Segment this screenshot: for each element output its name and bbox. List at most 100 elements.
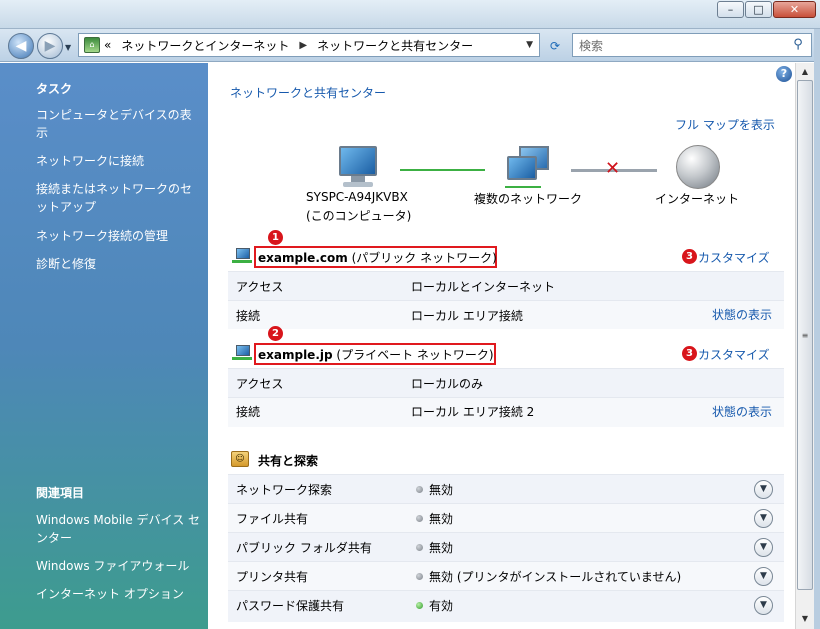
connection-line [400, 169, 485, 171]
access-value: ローカルとインターネット [411, 280, 556, 294]
expand-network-discovery-button[interactable]: ▼ [754, 480, 773, 499]
refresh-icon: ⟳ [549, 39, 561, 53]
expand-public-folder-button[interactable]: ▼ [754, 538, 773, 557]
window-border [814, 29, 820, 629]
status-off-icon [416, 515, 423, 522]
related-heading: 関連項目 [36, 486, 85, 500]
internet-label: インターネット [655, 192, 740, 206]
task-manage-connections[interactable]: ネットワーク接続の管理 [36, 227, 202, 245]
title-bar: – □ ✕ [0, 0, 820, 29]
address-dropdown-icon[interactable]: ▼ [526, 40, 533, 50]
access-row-2 [228, 368, 784, 397]
chevron-down-icon: ▼ [65, 43, 72, 52]
access-label: アクセス [236, 377, 284, 391]
back-arrow-icon: ◀ [15, 38, 27, 54]
sharing-value: 有効 [429, 599, 454, 613]
search-placeholder: 検索 [579, 38, 604, 53]
breadcrumb-sharing-center[interactable]: ネットワークと共有センター [317, 37, 473, 54]
window-controls: – □ ✕ [716, 1, 816, 18]
network-folder-icon: ⌂ [84, 37, 100, 53]
network-icon [232, 248, 252, 266]
status-off-icon [416, 486, 423, 493]
computer-icon[interactable] [335, 146, 381, 190]
sharing-value: 無効 (プリンタがインストールされていません) [429, 570, 682, 584]
recent-pages-dropdown[interactable]: ▼ [65, 43, 71, 52]
customize-link-2[interactable]: カスタマイズ [698, 346, 770, 363]
back-button[interactable]: ◀ [8, 33, 34, 59]
expand-file-sharing-button[interactable]: ▼ [754, 509, 773, 528]
expand-password-sharing-button[interactable]: ▼ [754, 596, 773, 615]
customize-link-1[interactable]: カスタマイズ [698, 249, 770, 266]
callout-badge-3: 3 [682, 346, 697, 361]
connection-value: ローカル エリア接続 [411, 309, 523, 323]
status-off-icon [416, 544, 423, 551]
access-value: ローカルのみ [411, 377, 484, 391]
network-name-text: example.jp [258, 348, 333, 362]
breadcrumb-overflow[interactable]: « [104, 38, 111, 52]
search-icon[interactable]: ⚲ [789, 36, 807, 54]
sharing-label: パスワード保護共有 [236, 599, 345, 613]
network-name-1[interactable]: example.com (パブリック ネットワーク) [258, 249, 497, 266]
forward-button[interactable]: ▶ [37, 33, 63, 59]
callout-badge-1: 1 [268, 230, 283, 245]
full-map-link[interactable]: フル マップを表示 [675, 116, 775, 133]
network-name-2[interactable]: example.jp (プライベート ネットワーク) [258, 346, 494, 363]
status-link-2[interactable]: 状態の表示 [712, 403, 772, 420]
sharing-label: ファイル共有 [236, 512, 309, 526]
monitor-front-shape [507, 156, 537, 180]
network-type: (パブリック ネットワーク) [351, 251, 497, 265]
related-internet-options[interactable]: インターネット オプション [36, 585, 202, 603]
page-title: ネットワークと共有センター [230, 86, 387, 100]
connection-label: 接続 [236, 309, 261, 323]
task-diagnose-repair[interactable]: 診断と修復 [36, 255, 202, 273]
related-mobile-device-center[interactable]: Windows Mobile デバイス センター [36, 511, 202, 547]
connection-label: 接続 [236, 405, 261, 419]
breadcrumb-separator-icon[interactable]: ▶ [299, 40, 307, 51]
task-connect-network[interactable]: ネットワークに接続 [36, 152, 202, 170]
scroll-down-icon[interactable]: ▼ [796, 610, 814, 627]
forward-arrow-icon: ▶ [44, 38, 56, 54]
sharing-label: パブリック フォルダ共有 [236, 541, 372, 555]
sharing-label: ネットワーク探索 [236, 483, 333, 497]
computer-sub: (このコンピュータ) [306, 209, 412, 223]
task-pane: タスク コンピュータとデバイスの表示 ネットワークに接続 接続またはネットワーク… [0, 63, 208, 629]
help-icon[interactable]: ? [776, 66, 792, 82]
minimize-button[interactable]: – [717, 1, 744, 18]
monitor-shape [339, 146, 377, 176]
task-view-computers[interactable]: コンピュータとデバイスの表示 [36, 106, 202, 142]
expand-printer-sharing-button[interactable]: ▼ [754, 567, 773, 586]
internet-globe-icon[interactable] [676, 145, 720, 189]
tasks-heading: タスク [36, 82, 73, 96]
network-name-text: example.com [258, 251, 348, 265]
sharing-label: プリンタ共有 [236, 570, 309, 584]
scrollbar-thumb[interactable]: ≡ [797, 80, 813, 590]
related-firewall[interactable]: Windows ファイアウォール [36, 557, 202, 575]
refresh-button[interactable]: ⟳ [543, 36, 567, 56]
network-type: (プライベート ネットワーク) [336, 348, 494, 362]
status-link-1[interactable]: 状態の表示 [712, 306, 772, 323]
navigation-bar: ◀ ▶ ▼ ⌂ « ネットワークとインターネット ▶ ネットワークと共有センター… [0, 29, 820, 62]
monitor-base-shape [343, 182, 373, 187]
breadcrumb-network-internet[interactable]: ネットワークとインターネット [121, 37, 289, 54]
callout-badge-2: 2 [268, 326, 283, 341]
address-bar[interactable]: ⌂ « ネットワークとインターネット ▶ ネットワークと共有センター ▼ [78, 33, 540, 57]
close-button[interactable]: ✕ [773, 1, 816, 18]
network-icon [232, 345, 252, 363]
network-label: 複数のネットワーク [474, 192, 583, 206]
search-input[interactable]: 検索 ⚲ [572, 33, 812, 57]
sharing-value: 無効 [429, 541, 454, 555]
status-off-icon [416, 573, 423, 580]
sharing-heading: 共有と探索 [258, 454, 319, 468]
network-cable-shape [505, 186, 541, 188]
computer-name: SYSPC-A94JKVBX [306, 190, 408, 204]
sharing-icon: ☺ [231, 451, 249, 467]
connection-value: ローカル エリア接続 2 [411, 405, 535, 419]
sharing-row [228, 503, 784, 532]
vertical-scrollbar[interactable]: ▲ ≡ ▼ [795, 63, 814, 629]
task-setup-connection[interactable]: 接続またはネットワークのセットアップ [36, 180, 202, 216]
maximize-button[interactable]: □ [745, 1, 772, 18]
access-label: アクセス [236, 280, 284, 294]
scroll-up-icon[interactable]: ▲ [796, 63, 814, 80]
disconnected-x-icon: ✕ [605, 158, 621, 179]
status-on-icon [416, 602, 423, 609]
